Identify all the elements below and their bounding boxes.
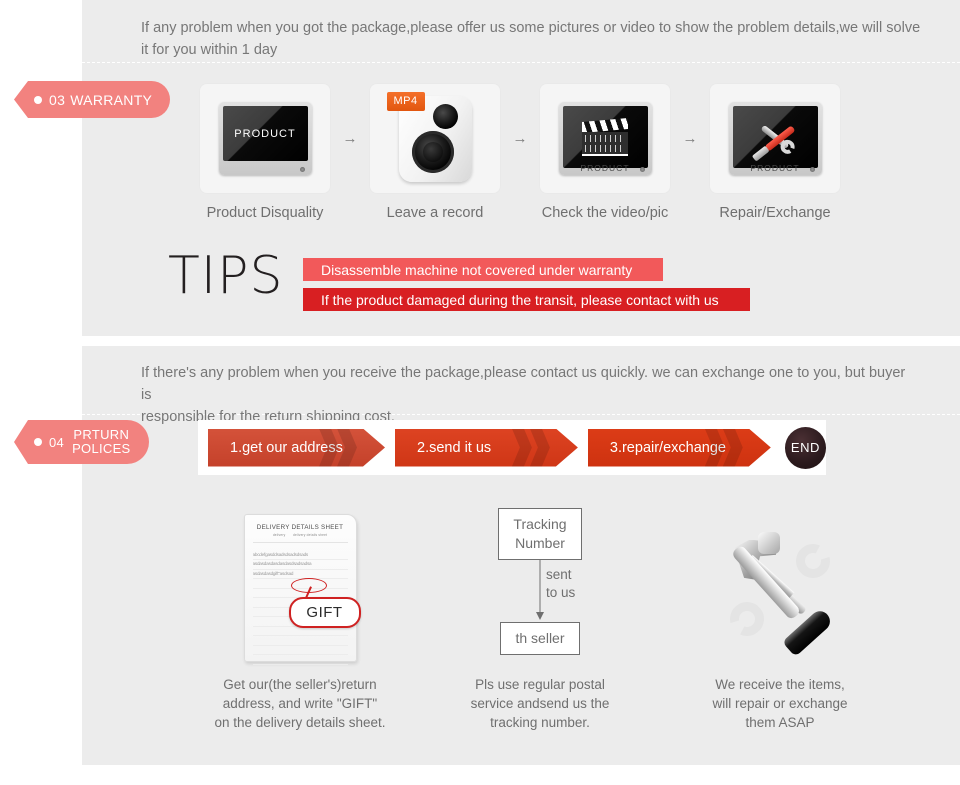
warranty-step-4: PRODUCT Repair/Exchange [710,84,840,221]
return-detail-caption-2: Pls use regular postal service andsend u… [470,677,610,730]
arrow-down-icon [539,559,541,618]
hammer-claw-icon [758,531,780,554]
return-detail-column-3: We receive the items, will repair or exc… [660,500,900,732]
section-tag-warranty-number: 03 [49,91,66,108]
sheet-rule [252,541,348,543]
sheet-subtitle: delivery delivery details sheet [253,533,348,537]
tips-heading: TIPS [168,246,284,306]
return-policy-step-flow: 1.get our address 2.send it us 3.repair/… [198,420,826,475]
warranty-step-3-label: Check the video/pic [541,205,669,221]
camera-small-lens-icon [432,103,458,129]
sheet-subtitle-left: delivery [272,532,286,537]
screwdriver-wrench-icon [747,115,803,159]
sheet-subtitle-right: delivery details sheet [293,532,328,537]
delivery-sheet-art: DELIVERY DETAILS SHEET delivery delivery… [180,500,420,675]
sheet-body-line-1: abcdefgasddsadsdsadsdsads [252,551,348,560]
tracking-number-box: Tracking Number [498,507,582,560]
monitor-clapperboard-icon: PRODUCT [558,102,652,175]
warranty-intro-text: If any problem when you got the package,… [141,20,921,58]
warranty-arrow-3: → [682,130,698,147]
warranty-step-4-card: PRODUCT [710,84,840,193]
monitor-screen: PRODUCT [222,106,308,161]
tracking-number-flow-icon: Tracking Number sent to us th seller [465,507,615,668]
return-policy-intro-text: If there's any problem when you receive … [141,365,906,425]
chevron-right-icon [317,429,363,467]
mp4-camera-icon: MP4 [386,91,472,182]
section-tag-warranty: 03 WARRANTY [14,81,171,118]
seller-box: th seller [500,621,580,655]
tips-bar-1: Disassemble machine not covered under wa… [303,258,663,281]
monitor-base-text: PRODUCT [580,163,630,173]
tips-bar-2: If the product damaged during the transi… [303,288,750,311]
warranty-step-3-card: PRODUCT [540,84,670,193]
warranty-step-2: MP4 Leave a record [370,84,500,221]
end-badge: END [784,426,826,469]
return-detail-caption-1: Get our(the seller's)return address, and… [214,677,386,730]
monitor-screen [562,106,648,168]
tracking-arrow: sent to us [465,559,615,622]
warranty-dashed-separator [82,62,960,63]
monitor-product-icon: PRODUCT [218,102,312,175]
sheet-body-line-3: asdasdasdgift"asdsad [252,570,348,579]
return-detail-column-1: DELIVERY DETAILS SHEET delivery delivery… [180,500,420,732]
section-tag-return-policy: 04 PRTURN POLICES [14,420,149,464]
tools-art [660,500,900,675]
bullet-dot-icon [34,95,42,104]
gift-callout-bubble: GIFT [288,596,361,628]
return-flow-step-1: 1.get our address [208,429,385,467]
delivery-details-sheet-icon: DELIVERY DETAILS SHEET delivery delivery… [243,513,361,665]
clapperboard-icon [582,117,628,156]
warranty-step-3: PRODUCT Check the video/pic [540,84,670,221]
sheet-body-line-2: asdasdasdasdasdasdsadsadsa [252,560,348,570]
warranty-step-1: PRODUCT Product Disquality [200,84,330,221]
return-flow-step-3: 3.repair/exchange [588,429,771,467]
monitor-base-text: PRODUCT [750,163,800,173]
wrench-head-top-icon [789,537,837,585]
monitor-screen [732,106,818,168]
section-tag-return-label-line1: PRTURN [73,427,130,442]
chevron-right-icon [510,429,556,467]
section-tag-return-label-line2: POLICES [72,441,131,456]
warranty-step-4-label: Repair/Exchange [719,205,831,221]
monitor-screen-text: PRODUCT [234,127,296,140]
bullet-dot-icon [34,438,42,446]
warranty-step-1-label: Product Disquality [206,205,324,221]
sheet-title: DELIVERY DETAILS SHEET [256,523,344,531]
monitor-led-icon [809,167,815,172]
return-detail-caption-3: We receive the items, will repair or exc… [712,677,848,730]
chevron-right-icon [703,429,749,467]
hammer-wrench-screwdriver-icon [720,528,840,657]
warranty-arrow-1: → [342,130,358,147]
return-flow-step-2-label: 2.send it us [417,439,492,456]
arrow-head-icon [536,611,544,620]
section-tag-warranty-label: WARRANTY [70,91,153,108]
monitor-led-icon [639,167,645,172]
tracking-arrow-label: sent to us [546,566,576,600]
monitor-led-icon [299,166,305,172]
mp4-badge: MP4 [386,91,425,111]
warranty-step-2-label: Leave a record [386,205,484,221]
warranty-step-2-card: MP4 [370,84,500,193]
wrench-head-bottom-icon [723,595,771,643]
return-flow-step-2: 2.send it us [395,429,578,467]
warranty-arrow-2: → [512,130,528,147]
warranty-step-flow: PRODUCT Product Disquality → MP4 Leave a… [200,84,860,221]
warranty-step-1-card: PRODUCT [200,84,330,193]
return-detail-column-2: Tracking Number sent to us th seller Pls… [420,500,660,732]
monitor-tools-icon: PRODUCT [728,102,822,175]
return-policy-detail-columns: DELIVERY DETAILS SHEET delivery delivery… [180,500,900,732]
tracking-flow-art: Tracking Number sent to us th seller [420,500,660,675]
section-tag-return-number: 04 [49,434,65,450]
camera-main-lens-icon [411,130,454,173]
